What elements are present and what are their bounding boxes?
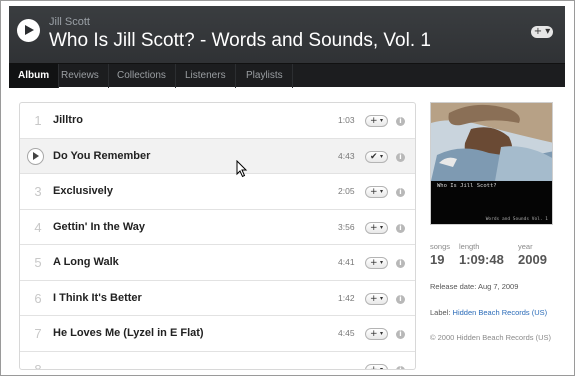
year-label: year [518,242,533,251]
add-track-button[interactable]: + ▾ [365,363,388,370]
info-icon[interactable]: i [396,188,405,197]
track-row[interactable]: Do You Remember 4:43 ✔ ▾ i [20,138,415,174]
tab-collections[interactable]: Collections [108,64,176,88]
info-icon[interactable]: i [396,365,405,369]
length-value: 1:09:48 [459,252,504,267]
info-icon[interactable]: i [396,259,405,268]
artist-link[interactable]: Jill Scott [49,16,90,28]
chevron-down-icon: ▾ [380,294,384,302]
plus-icon: + [370,329,378,339]
chevron-down-icon: ▾ [380,223,384,231]
add-track-button[interactable]: ✔ ▾ [365,150,388,163]
label-prefix: Label: [430,308,453,317]
play-album-icon[interactable] [17,19,40,42]
plus-icon: + [370,116,378,126]
track-length: 1:42 [338,292,355,303]
cover-text-title: Who Is Jill Scott? [437,183,497,189]
track-length: 4:43 [338,150,355,161]
track-row[interactable]: 3 Exclusively 2:05 + ▾ i [20,174,415,210]
track-number: 4 [34,219,42,235]
track-length: 4:41 [338,257,355,267]
chevron-down-icon: ▾ [380,259,384,266]
track-number: 8 [34,361,42,370]
track-number: 1 [34,113,42,128]
copyright: © 2000 Hidden Beach Records (US) [430,333,552,342]
album-cover-art [431,103,552,224]
chevron-down-icon: ▾ [380,330,384,337]
tab-playlists[interactable]: Playlists [237,64,293,88]
plus-icon: + [370,293,378,304]
length-label: length [459,242,480,251]
songs-value: 19 [430,252,445,267]
plus-icon: + [370,222,378,233]
track-row[interactable]: 1 Jilltro 1:03 + ▾ i [20,103,415,139]
track-number: 6 [34,290,42,306]
album-stats: songs 19 length 1:09:48 year 2009 [430,242,560,272]
cover-text-subtitle: Words and Sounds Vol. 1 [485,217,548,222]
chevron-down-icon: ▾ [380,117,384,124]
album-cover[interactable]: Who Is Jill Scott? Words and Sounds Vol.… [430,102,553,225]
add-album-button[interactable]: + ▾ [531,26,553,38]
info-icon[interactable]: i [396,330,405,339]
play-track-icon[interactable] [27,147,44,165]
track-title[interactable]: Exclusively [53,185,113,197]
track-length: 1:03 [338,115,355,125]
tab-listeners[interactable]: Listeners [176,64,236,88]
track-length: 2:05 [338,186,355,196]
year-value: 2009 [518,252,547,267]
chevron-down-icon: ▾ [380,152,384,160]
album-tabs: Album Reviews Collections Listeners Play… [9,63,565,88]
app-window: Jill Scott Who Is Jill Scott? - Words an… [0,0,575,376]
track-number: 7 [34,326,42,341]
label-link[interactable]: Hidden Beach Records (US) [453,308,548,317]
label-line: Label: Hidden Beach Records (US) [430,308,547,317]
track-title[interactable]: He Loves Me (Lyzel in E Flat) [53,327,204,339]
chevron-down-icon: ▾ [380,188,384,195]
chevron-down-icon: ▾ [380,365,384,370]
add-track-button[interactable]: + ▾ [365,257,388,269]
album-title: Who Is Jill Scott? - Words and Sounds, V… [49,30,431,51]
release-date: Release date: Aug 7, 2009 [430,282,519,291]
plus-icon: + [370,187,378,197]
track-row[interactable]: 5 A Long Walk 4:41 + ▾ i [20,245,415,281]
album-header: Jill Scott Who Is Jill Scott? - Words an… [9,6,565,88]
track-number: 5 [34,255,42,270]
track-list: 1 Jilltro 1:03 + ▾ i Do You Remember 4:43… [19,102,416,370]
track-row[interactable]: 7 He Loves Me (Lyzel in E Flat) 4:45 + ▾ … [20,316,415,352]
track-row[interactable]: 4 Gettin' In the Way 3:56 + ▾ i [20,210,415,245]
track-row[interactable]: 6 I Think It's Better 1:42 + ▾ i [20,281,415,316]
songs-label: songs [430,242,451,251]
track-title[interactable]: Gettin' In the Way [53,221,145,233]
add-track-button[interactable]: + ▾ [365,186,388,198]
plus-icon: + [370,364,378,370]
mouse-cursor-icon [236,160,248,178]
info-icon[interactable]: i [396,117,405,126]
info-icon[interactable]: i [396,223,405,233]
track-title[interactable]: Jilltro [53,114,83,126]
add-track-button[interactable]: + ▾ [365,292,388,305]
add-track-button[interactable]: + ▾ [365,115,388,127]
track-length: 4:45 [338,328,355,338]
add-track-button[interactable]: + ▾ [365,221,388,234]
track-title[interactable]: I Think It's Better [53,292,142,304]
check-icon: ✔ [370,151,378,162]
info-icon[interactable]: i [396,294,405,304]
track-length: 3:56 [338,221,355,232]
add-track-button[interactable]: + ▾ [365,328,388,340]
track-number: 3 [34,184,42,199]
info-icon[interactable]: i [396,152,405,162]
track-row[interactable]: 8 + ▾ i [20,352,415,370]
track-title[interactable]: Do You Remember [53,150,150,162]
track-title[interactable]: A Long Walk [53,256,119,268]
tab-reviews[interactable]: Reviews [52,64,109,88]
plus-icon: + [370,258,378,268]
